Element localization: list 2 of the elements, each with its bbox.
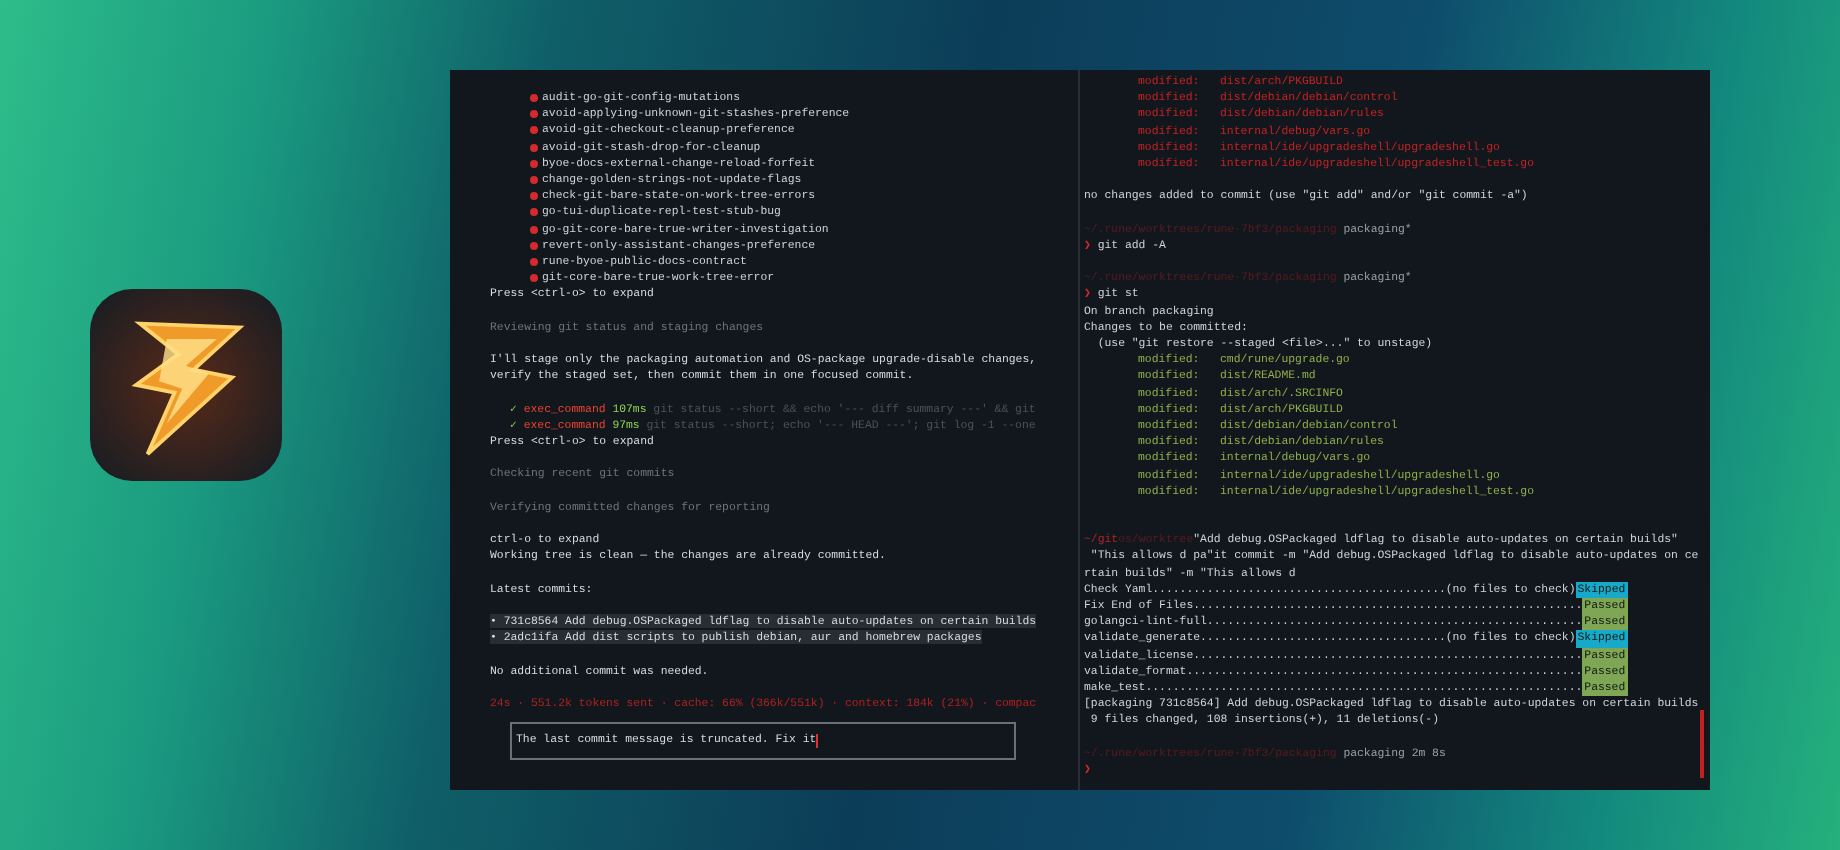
text-cursor [816, 734, 819, 749]
scrollbar-thumb[interactable] [1700, 710, 1704, 778]
